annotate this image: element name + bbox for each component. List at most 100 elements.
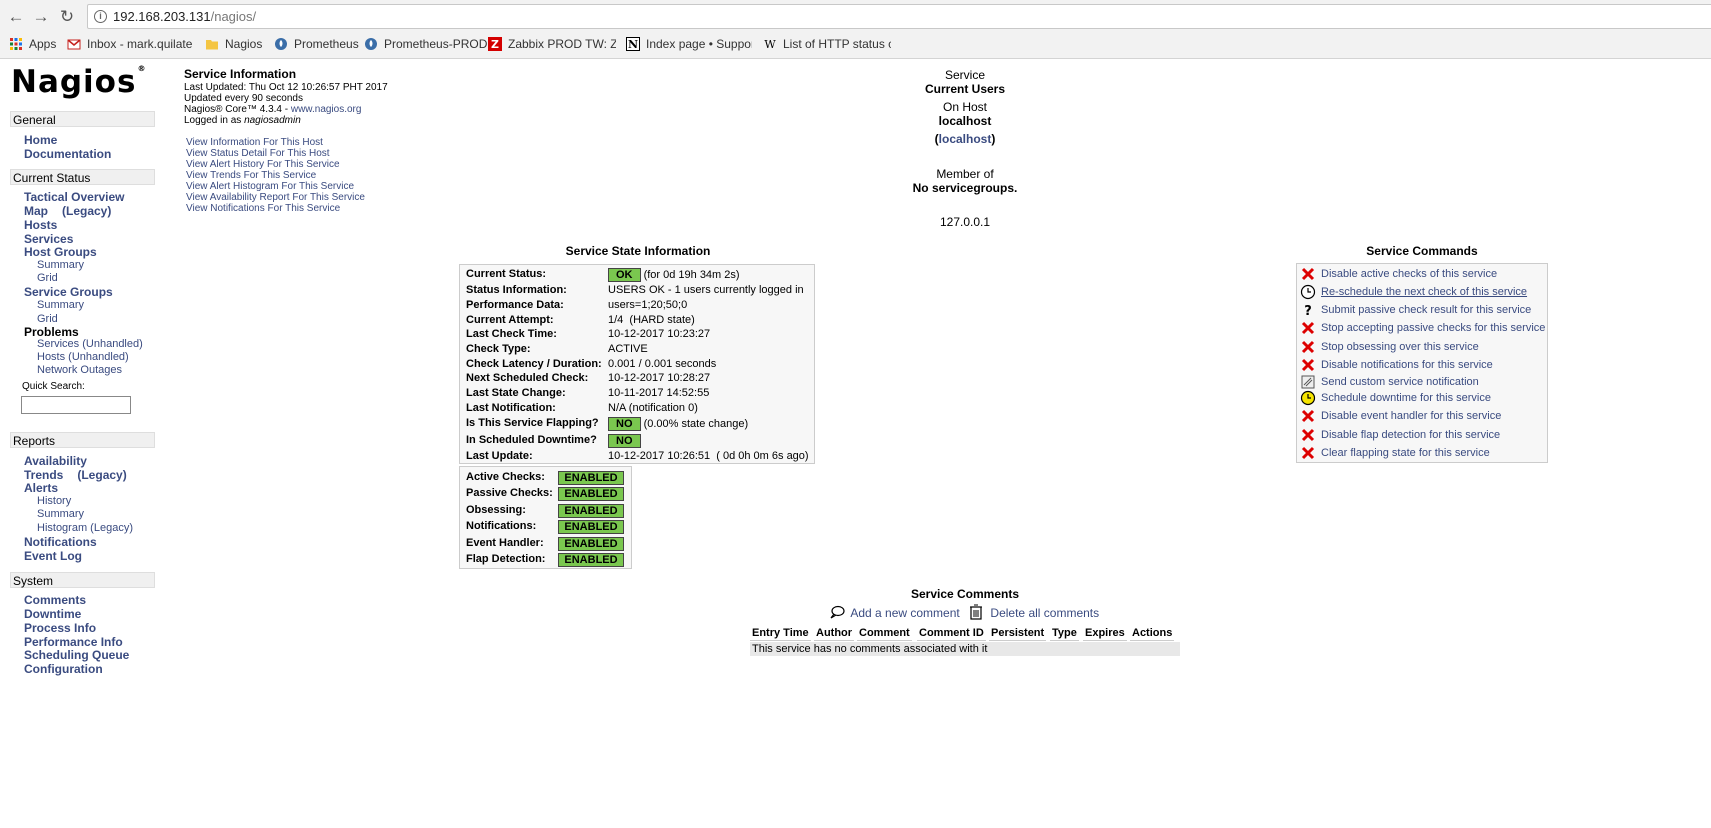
delete-all-comments-link[interactable]: Delete all comments bbox=[969, 604, 1099, 620]
wikipedia-icon: W bbox=[764, 38, 776, 51]
col-expires: Expires bbox=[1083, 626, 1127, 641]
link-availability[interactable]: View Availability Report For This Servic… bbox=[186, 192, 365, 203]
address-bar[interactable]: i 192.168.203.131/nagios/ bbox=[87, 4, 1711, 29]
status-ok-badge: OK bbox=[608, 268, 641, 282]
reload-icon[interactable]: ↻ bbox=[56, 6, 78, 28]
sidebar-item-services[interactable]: Services bbox=[24, 232, 73, 246]
info-icon[interactable]: i bbox=[94, 10, 107, 23]
back-arrow-icon[interactable]: ← bbox=[5, 6, 27, 28]
folder-icon bbox=[206, 40, 218, 50]
sidebar-item-notifications[interactable]: Notifications bbox=[24, 535, 97, 549]
sidebar-item-availability[interactable]: Availability bbox=[24, 454, 87, 468]
bookmark-prometheus-prod[interactable]: Prometheus-PROD bbox=[364, 35, 487, 53]
sidebar-item-process-info[interactable]: Process Info bbox=[24, 621, 96, 635]
bookmark-nagios[interactable]: Nagios bbox=[205, 35, 262, 53]
comments-empty-row: This service has no comments associated … bbox=[750, 642, 1180, 656]
sidebar-item-hostgroup-summary[interactable]: Summary bbox=[37, 259, 84, 271]
sidebar-item-map-legacy[interactable]: (Legacy) bbox=[62, 204, 111, 218]
add-comment-link[interactable]: Add a new comment bbox=[829, 605, 963, 620]
on-host-label: On Host bbox=[942, 100, 987, 114]
link-host-info[interactable]: View Information For This Host bbox=[186, 137, 365, 148]
col-author: Author bbox=[814, 626, 855, 641]
sidebar-item-hosts-unhandled[interactable]: Hosts (Unhandled) bbox=[37, 351, 129, 363]
check-row: Notifications: ENABLED bbox=[466, 520, 624, 534]
state-info-table: Current Status: OK (for 0d 19h 34m 2s) St… bbox=[459, 264, 815, 464]
sidebar-item-hostgroup-grid[interactable]: Grid bbox=[37, 272, 58, 284]
username: nagiosadmin bbox=[244, 115, 301, 126]
link-host-status[interactable]: View Status Detail For This Host bbox=[186, 148, 365, 159]
question-icon: ? bbox=[1304, 304, 1312, 318]
bookmark-zabbix[interactable]: Z Zabbix PROD TW: Za bbox=[488, 35, 616, 53]
sidebar-item-hosts[interactable]: Hosts bbox=[24, 218, 57, 232]
host-address: 127.0.0.1 bbox=[939, 215, 991, 229]
sidebar-item-map[interactable]: Map (Legacy) bbox=[24, 204, 111, 218]
zabbix-icon: Z bbox=[488, 37, 502, 51]
sidebar-item-configuration[interactable]: Configuration bbox=[24, 662, 103, 676]
sidebar-item-services-unhandled[interactable]: Services (Unhandled) bbox=[37, 338, 143, 350]
forward-arrow-icon[interactable]: → bbox=[30, 6, 52, 28]
link-alert-history[interactable]: View Alert History For This Service bbox=[186, 159, 365, 170]
sidebar-item-downtime[interactable]: Downtime bbox=[24, 607, 81, 621]
disable-x-icon bbox=[1301, 340, 1315, 354]
notion-icon: N bbox=[626, 37, 640, 51]
service-name: Current Users bbox=[924, 82, 1006, 96]
enabled-badge: ENABLED bbox=[558, 504, 624, 518]
servicegroups-value: No servicegroups. bbox=[912, 181, 1018, 195]
sidebar-item-network-outages[interactable]: Network Outages bbox=[37, 364, 122, 376]
sidebar-item-home[interactable]: Home bbox=[24, 133, 57, 147]
service-info-block: Service Information Last Updated: Thu Oc… bbox=[184, 67, 388, 126]
link-notifications[interactable]: View Notifications For This Service bbox=[186, 203, 365, 214]
state-info-title: Service State Information bbox=[565, 244, 711, 258]
disable-x-icon bbox=[1301, 267, 1315, 281]
link-trends[interactable]: View Trends For This Service bbox=[186, 170, 365, 181]
svg-text:?: ? bbox=[1304, 304, 1312, 318]
sidebar-item-event-log[interactable]: Event Log bbox=[24, 549, 82, 563]
host-alias: (localhost) bbox=[934, 132, 996, 146]
clock-icon bbox=[1300, 284, 1316, 300]
sidebar-item-host-groups[interactable]: Host Groups bbox=[24, 245, 97, 259]
apps-grid-icon bbox=[10, 38, 22, 50]
gmail-icon bbox=[67, 39, 81, 50]
sidebar-item-alert-summary[interactable]: Summary bbox=[37, 508, 84, 520]
flapping-no-badge: NO bbox=[608, 417, 641, 431]
sidebar-item-trends-legacy[interactable]: (Legacy) bbox=[77, 468, 126, 482]
nagios-site-link[interactable]: www.nagios.org bbox=[291, 104, 362, 115]
nagios-logo[interactable]: Nagios® bbox=[11, 64, 146, 100]
bookmark-apps[interactable]: Apps bbox=[9, 35, 56, 53]
sidebar-item-documentation[interactable]: Documentation bbox=[24, 147, 111, 161]
nagios-version: Nagios® Core™ 4.3.4 - www.nagios.org bbox=[184, 104, 362, 115]
disable-x-icon bbox=[1301, 428, 1315, 442]
enabled-badge: ENABLED bbox=[558, 553, 624, 567]
sidebar-item-alert-histogram[interactable]: Histogram (Legacy) bbox=[37, 522, 133, 534]
sidebar-item-performance-info[interactable]: Performance Info bbox=[24, 635, 123, 649]
sidebar-section-system: System bbox=[10, 572, 155, 588]
link-alert-histogram[interactable]: View Alert Histogram For This Service bbox=[186, 181, 365, 192]
quick-search-input[interactable] bbox=[21, 396, 131, 414]
service-comments-title: Service Comments bbox=[910, 587, 1020, 601]
bookmark-prometheus[interactable]: Prometheus bbox=[274, 35, 359, 53]
bookmark-index-page[interactable]: N Index page • Support bbox=[626, 35, 752, 53]
notify-icon bbox=[1301, 375, 1315, 389]
sidebar-item-comments[interactable]: Comments bbox=[24, 593, 86, 607]
sidebar-item-scheduling-queue[interactable]: Scheduling Queue bbox=[24, 648, 129, 662]
sidebar-item-alert-history[interactable]: History bbox=[37, 495, 71, 507]
host-alias-link[interactable]: localhost bbox=[939, 132, 992, 146]
sidebar-item-tactical-overview[interactable]: Tactical Overview bbox=[24, 190, 125, 204]
member-of-label: Member of bbox=[936, 167, 994, 181]
sidebar-item-servicegroup-summary[interactable]: Summary bbox=[37, 299, 84, 311]
update-interval: Updated every 90 seconds bbox=[184, 93, 303, 104]
col-comment: Comment bbox=[857, 626, 912, 641]
comment-bubble-icon bbox=[830, 605, 845, 619]
sidebar-item-trends[interactable]: Trends (Legacy) bbox=[24, 468, 127, 482]
browser-chrome: ← → ↻ i 192.168.203.131/nagios/ Apps Inb… bbox=[0, 0, 1711, 59]
col-type: Type bbox=[1050, 626, 1079, 641]
prometheus-icon bbox=[275, 38, 287, 50]
sidebar-item-service-groups[interactable]: Service Groups bbox=[24, 285, 113, 299]
sidebar-item-alerts[interactable]: Alerts bbox=[24, 481, 58, 495]
disable-x-icon bbox=[1301, 446, 1315, 460]
sidebar-item-servicegroup-grid[interactable]: Grid bbox=[37, 313, 58, 325]
check-row: Obsessing: ENABLED bbox=[466, 504, 624, 518]
bookmark-inbox[interactable]: Inbox - mark.quilates bbox=[67, 35, 192, 53]
bookmark-http-status[interactable]: W List of HTTP status co bbox=[763, 35, 891, 53]
checks-table: Active Checks: ENABLED Passive Checks: ENA… bbox=[459, 466, 632, 569]
